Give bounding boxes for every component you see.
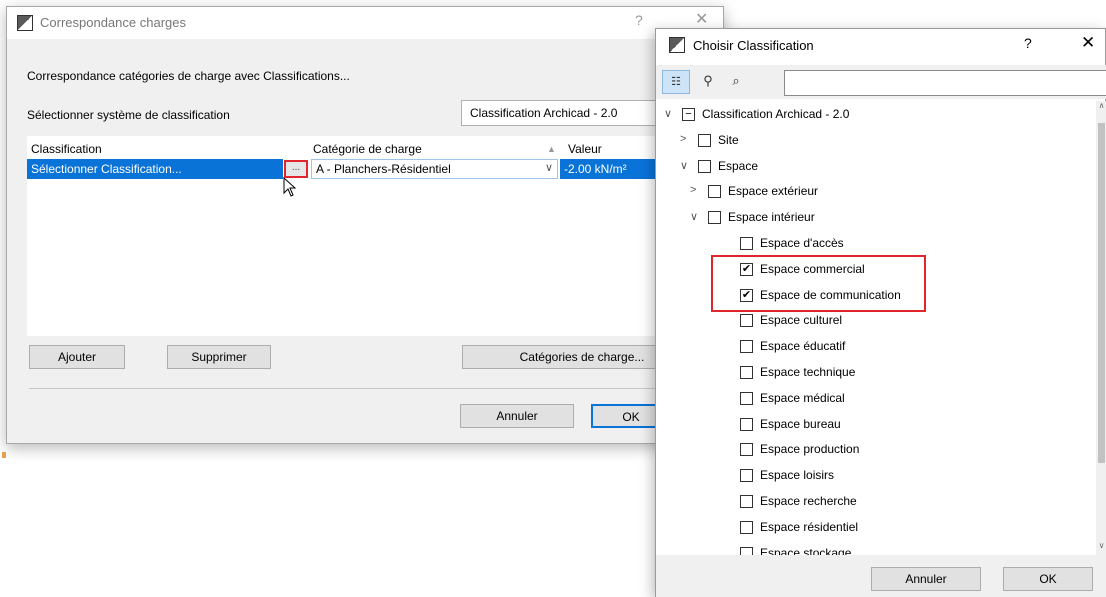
row-category-value: A - Planchers-Résidentiel <box>316 162 451 176</box>
tree-item[interactable]: Espace d'accès <box>722 234 1086 254</box>
tree-item[interactable]: Espace stockage <box>722 544 1086 555</box>
tree-item-label: Espace résidentiel <box>760 519 859 534</box>
tree-item[interactable]: Espace bureau <box>722 415 1086 435</box>
tree-item[interactable]: Espace loisirs <box>722 466 1086 486</box>
checkbox-icon[interactable] <box>740 314 753 328</box>
scrollbar[interactable]: ∧ ∨ <box>1096 101 1106 555</box>
dialog-titlebar: Correspondance charges ? ✕ <box>7 7 723 39</box>
remove-button[interactable]: Supprimer <box>167 345 271 369</box>
tree-item[interactable]: Espace technique <box>722 363 1086 383</box>
ok-button[interactable]: OK <box>1003 567 1093 591</box>
tree-item-label: Espace stockage <box>760 545 852 555</box>
checkbox-icon[interactable] <box>740 417 753 431</box>
chevron-down-icon[interactable]: ∨ <box>680 159 692 172</box>
checkbox-icon[interactable] <box>740 237 753 250</box>
tree-item[interactable]: Espace éducatif <box>722 337 1086 357</box>
chevron-down-icon[interactable]: ∨ <box>664 107 676 120</box>
selection-highlight-annotation <box>711 255 926 312</box>
checkbox-icon[interactable] <box>740 520 753 534</box>
classification-system-label: Sélectionner système de classification <box>27 108 230 122</box>
checkbox-icon[interactable] <box>708 211 721 225</box>
table-row[interactable]: Sélectionner Classification... ... A - P… <box>27 159 717 179</box>
tree-item[interactable]: Espace recherche <box>722 492 1086 512</box>
tree-item-label: Espace <box>718 158 759 173</box>
cancel-button[interactable]: Annuler <box>871 567 981 591</box>
mouse-cursor-icon <box>283 177 297 197</box>
dialog-title: Correspondance charges <box>40 15 186 30</box>
tree-item[interactable]: Espace médical <box>722 389 1086 409</box>
scroll-down-icon[interactable]: ∨ <box>1096 541 1106 555</box>
add-button[interactable]: Ajouter <box>29 345 125 369</box>
tree-item[interactable]: > Site <box>680 131 1086 151</box>
checkbox-icon[interactable]: − <box>682 108 695 121</box>
tree-item-label: Espace médical <box>760 390 845 405</box>
checkbox-icon[interactable] <box>740 340 753 354</box>
tree-item[interactable]: ∨ Espace <box>680 157 1086 177</box>
tree-item[interactable]: ∨ − Classification Archicad - 2.0 <box>664 105 1086 125</box>
search-icon[interactable]: ⌕ <box>722 70 750 94</box>
checkbox-icon[interactable] <box>698 159 711 173</box>
choose-classification-button[interactable]: ... <box>284 160 308 178</box>
classification-tree: ∨ − Classification Archicad - 2.0 > Site ∨ Esp… <box>656 101 1096 555</box>
checkbox-icon[interactable] <box>740 495 753 508</box>
scroll-thumb[interactable] <box>1098 123 1105 463</box>
tree-item-label: Classification Archicad - 2.0 <box>702 107 850 121</box>
divider <box>29 388 719 389</box>
tree-item-label: Espace technique <box>760 365 856 379</box>
sort-arrow-icon: ▲ <box>547 144 556 154</box>
tree-item-label: Espace intérieur <box>728 210 815 225</box>
tree-item[interactable]: Espace résidentiel <box>722 518 1086 538</box>
checkbox-icon[interactable] <box>740 546 753 555</box>
checkbox-icon[interactable] <box>740 366 753 379</box>
tree-item-label: Espace extérieur <box>728 184 819 199</box>
row-classification-cell[interactable]: Sélectionner Classification... <box>27 159 283 179</box>
search-input[interactable] <box>784 70 1106 96</box>
tree-item-label: Espace bureau <box>760 416 841 431</box>
chevron-down-icon: ∨ <box>544 162 553 174</box>
dialog-title: Choisir Classification <box>693 38 814 53</box>
mapping-table: Classification Catégorie de charge ▲ Val… <box>27 136 717 336</box>
filter-icon[interactable]: ⚲ <box>694 70 722 94</box>
row-category-dropdown[interactable]: A - Planchers-Résidentiel ∨ <box>311 159 558 179</box>
scroll-up-icon[interactable]: ∧ <box>1096 101 1106 115</box>
tree-item[interactable]: Espace culturel <box>722 311 1086 331</box>
tree-view-icon[interactable]: ☷ <box>662 70 690 94</box>
chevron-right-icon[interactable]: > <box>690 184 702 196</box>
dialog-heading: Correspondance catégories de charge avec… <box>27 69 350 83</box>
checkbox-icon[interactable] <box>740 469 753 483</box>
choisir-classification-dialog: Choisir Classification ? ✕ ☷ ⚲ ⌕ ∨ − Class… <box>655 28 1106 597</box>
dialog-footer: Annuler OK <box>656 555 1106 597</box>
checkbox-icon[interactable] <box>740 391 753 405</box>
tree-item-label: Espace production <box>760 442 860 457</box>
column-header-category[interactable]: Catégorie de charge <box>313 142 422 156</box>
decorative-mark <box>2 452 6 458</box>
archicad-logo-icon <box>669 37 685 53</box>
checkbox-icon[interactable] <box>708 185 721 199</box>
checkbox-icon[interactable] <box>740 443 753 457</box>
tree-item-label: Espace éducatif <box>760 339 846 354</box>
tree-item-label: Espace culturel <box>760 313 843 328</box>
column-header-classification[interactable]: Classification <box>31 142 102 156</box>
tree-item-label: Espace d'accès <box>760 236 844 250</box>
help-button[interactable]: ? <box>1024 35 1032 51</box>
archicad-logo-icon <box>17 15 33 31</box>
chevron-right-icon[interactable]: > <box>680 133 692 145</box>
toolbar: ☷ ⚲ ⌕ <box>656 65 1106 99</box>
help-button[interactable]: ? <box>635 12 643 28</box>
checkbox-icon[interactable] <box>698 133 711 147</box>
cancel-button[interactable]: Annuler <box>460 404 574 428</box>
tree-item-label: Site <box>718 132 739 147</box>
tree-item[interactable]: ∨ Espace intérieur <box>690 208 1086 228</box>
column-header-value[interactable]: Valeur <box>568 142 602 156</box>
close-button[interactable]: ✕ <box>695 9 708 29</box>
tree-item-label: Espace loisirs <box>760 468 835 483</box>
tree-item-label: Espace recherche <box>760 494 857 508</box>
chevron-down-icon[interactable]: ∨ <box>690 210 702 223</box>
tree-item[interactable]: Espace production <box>722 440 1086 460</box>
close-button[interactable]: ✕ <box>1081 33 1095 53</box>
dialog-titlebar: Choisir Classification ? ✕ <box>656 29 1105 63</box>
tree-item[interactable]: > Espace extérieur <box>690 182 1086 202</box>
correspondance-charges-dialog: Correspondance charges ? ✕ Correspondanc… <box>6 6 724 444</box>
